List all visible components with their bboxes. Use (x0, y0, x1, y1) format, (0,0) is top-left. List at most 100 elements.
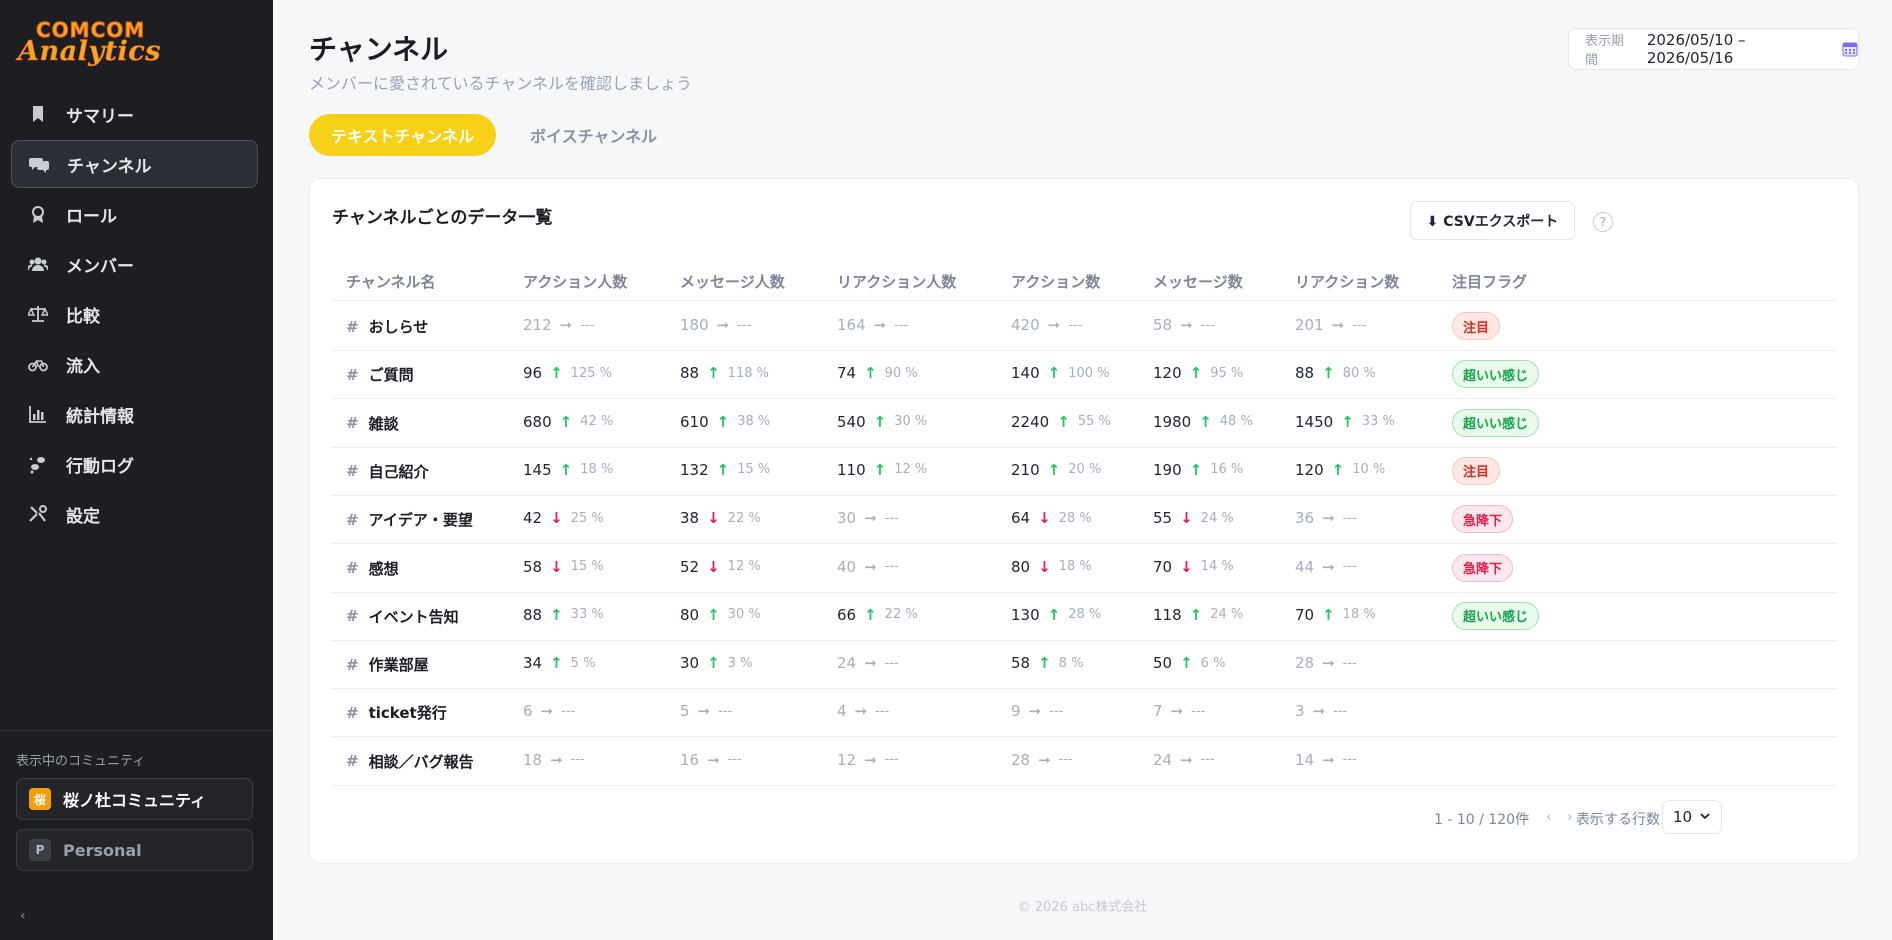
sidebar-item-5[interactable]: 流入 (11, 340, 258, 388)
column-header[interactable]: メッセージ数 (1153, 271, 1243, 292)
community-sakuranomori[interactable]: 桜 桜ノ杜コミュニティ (16, 778, 253, 820)
metric-cell: 30 ➞ --- (837, 509, 899, 527)
change-percent: --- (1333, 703, 1348, 719)
arrow-right-icon: ➞ (707, 750, 720, 769)
hash-icon: # (346, 655, 359, 674)
change-percent: 8 % (1058, 655, 1084, 671)
column-header[interactable]: リアクション数 (1295, 271, 1399, 292)
arrow-right-icon: ➞ (540, 702, 554, 721)
metric-cell: 66 ↑ 22 % (837, 606, 918, 624)
arrow-right-icon: ➞ (864, 750, 877, 769)
metric-cell: 70 ↓ 14 % (1153, 558, 1234, 576)
channel-name[interactable]: ご質問 (369, 364, 414, 385)
metric-value: 7 (1153, 702, 1163, 721)
table-row[interactable]: # 相談／バグ報告 18 ➞ --- 16 ➞ --- 12 ➞ --- 28 ➞ --- 24 ➞ --- 14… (332, 737, 1836, 786)
change-percent: 42 % (580, 414, 614, 430)
channel-name[interactable]: 自己紹介 (369, 461, 429, 482)
hash-icon: # (346, 703, 359, 722)
channel-name[interactable]: 相談／バグ報告 (369, 751, 474, 772)
arrow-up-icon: ↑ (707, 605, 720, 624)
channel-name[interactable]: イベント告知 (369, 606, 459, 627)
table-row[interactable]: # ご質問 96 ↑ 125 % 88 ↑ 118 % 74 ↑ 90 % 140 ↑ 100 % 120 ↑… (332, 350, 1836, 400)
arrow-right-icon: ➞ (1331, 316, 1345, 334)
hash-icon: # (346, 607, 359, 626)
table-row[interactable]: # 自己紹介 145 ↑ 18 % 132 ↑ 15 % 110 ↑ 12 % 210 ↑ 20 % 190… (332, 447, 1836, 496)
flag-badge: 急降下 (1452, 505, 1514, 534)
table-title: チャンネルごとのデータ一覧 (332, 208, 553, 228)
sidebar-item-0[interactable]: サマリー (11, 90, 258, 138)
arrow-down-icon: ↓ (550, 557, 563, 576)
period-picker[interactable]: 表示期間 2026/05/10 – 2026/05/16 (1568, 28, 1859, 70)
column-header[interactable]: チャンネル名 (346, 271, 436, 292)
app-logo[interactable]: COMCOM Analytics (18, 18, 162, 68)
channel-name[interactable]: アイデア・要望 (369, 509, 473, 530)
channel-name[interactable]: 感想 (369, 558, 399, 579)
collapse-sidebar-button[interactable]: ‹ (20, 908, 26, 924)
arrow-right-icon: ➞ (864, 557, 877, 576)
sidebar-item-3[interactable]: メンバー (11, 240, 258, 288)
metric-value: 28 (1011, 750, 1031, 769)
change-percent: 125 % (570, 365, 612, 381)
channel-name-cell: # ご質問 (346, 364, 414, 385)
metric-cell: 96 ↑ 125 % (523, 364, 612, 382)
channel-name-cell: # ticket発行 (346, 702, 447, 723)
metric-value: 1450 (1295, 412, 1334, 431)
arrow-up-icon: ↑ (1189, 605, 1203, 624)
channel-name[interactable]: おしらせ (369, 316, 429, 337)
arrow-up-icon: ↑ (550, 605, 563, 624)
channel-name[interactable]: 雑談 (369, 413, 399, 434)
metric-value: 6 (523, 702, 533, 721)
table-row[interactable]: # 作業部屋 34 ↑ 5 % 30 ↑ 3 % 24 ➞ --- 58 ↑ 8 % 50 ↑ 6 % 28 ➞ --… (332, 640, 1836, 690)
flag-badge: 超いい感じ (1452, 601, 1540, 630)
metric-cell: 1450 ↑ 33 % (1295, 413, 1395, 431)
table-row[interactable]: # 雑談 680 ↑ 42 % 610 ↑ 38 % 540 ↑ 30 % 2240 ↑ 55 % 1980… (332, 399, 1836, 448)
rows-per-page-select[interactable]: 10 (1662, 800, 1722, 834)
channel-name[interactable]: 作業部屋 (369, 654, 429, 675)
table-row[interactable]: # アイデア・要望 42 ↓ 25 % 38 ↓ 22 % 30 ➞ --- 64 ↓ 28 % 55 ↓ 24… (332, 495, 1836, 545)
column-header[interactable]: アクション数 (1011, 271, 1100, 292)
channel-name[interactable]: ticket発行 (369, 702, 447, 723)
sidebar-item-4[interactable]: 比較 (11, 290, 258, 338)
sidebar-item-7[interactable]: 行動ログ (11, 440, 258, 488)
help-icon[interactable]: ? (1593, 212, 1613, 232)
table-row[interactable]: # ticket発行 6 ➞ --- 5 ➞ --- 4 ➞ --- 9 ➞ --- 7 ➞ --- 3 ➞ --- (332, 688, 1836, 738)
metric-cell: 74 ↑ 90 % (837, 364, 918, 382)
sidebar-item-1[interactable]: チャンネル (11, 140, 258, 188)
change-percent: 22 % (884, 607, 918, 623)
arrow-right-icon: ➞ (1322, 557, 1335, 576)
community-name: Personal (63, 840, 142, 860)
metric-cell: 118 ↑ 24 % (1153, 606, 1243, 624)
sidebar-item-8[interactable]: 設定 (11, 490, 258, 538)
metric-cell: 420 ➞ --- (1011, 316, 1082, 334)
metric-value: 120 (1295, 460, 1324, 479)
bar-chart-icon (28, 404, 48, 424)
column-header[interactable]: メッセージ人数 (680, 271, 785, 292)
sidebar-nav: サマリー チャンネル ロール メンバー 比較 流入 統計情報 行動ログ 設定 (11, 90, 258, 540)
change-percent: 28 % (1068, 607, 1102, 623)
metric-cell: 42 ↓ 25 % (523, 509, 604, 527)
arrow-up-icon: ↑ (1180, 654, 1193, 673)
column-header[interactable]: 注目フラグ (1452, 271, 1527, 292)
flag-badge: 超いい感じ (1452, 360, 1540, 389)
metric-value: 30 (680, 654, 700, 673)
community-personal[interactable]: P Personal (16, 829, 253, 871)
column-header[interactable]: リアクション人数 (837, 271, 956, 292)
arrow-up-icon: ↑ (559, 460, 573, 479)
sidebar-item-6[interactable]: 統計情報 (11, 390, 258, 438)
table-row[interactable]: # 感想 58 ↓ 15 % 52 ↓ 12 % 40 ➞ --- 80 ↓ 18 % 70 ↓ 14 % 44 ➞… (332, 544, 1836, 593)
metric-value: 420 (1011, 316, 1040, 334)
metric-cell: 58 ↑ 8 % (1011, 654, 1083, 672)
column-header[interactable]: アクション人数 (523, 271, 627, 292)
arrow-down-icon: ↓ (707, 557, 720, 576)
sidebar-item-2[interactable]: ロール (11, 190, 258, 238)
change-percent: 48 % (1219, 414, 1253, 430)
arrow-up-icon: ↑ (716, 460, 730, 479)
metric-value: 140 (1011, 364, 1040, 383)
change-percent: 28 % (1058, 510, 1092, 526)
metric-value: 80 (1011, 557, 1031, 576)
table-row[interactable]: # おしらせ 212 ➞ --- 180 ➞ --- 164 ➞ --- 420 ➞ --- 58 ➞ --- 2… (332, 302, 1836, 351)
table-row[interactable]: # イベント告知 88 ↑ 33 % 80 ↑ 30 % 66 ↑ 22 % 130 ↑ 28 % 118 ↑… (332, 592, 1836, 641)
csv-export-button[interactable]: ⬇ CSVエクスポート (1410, 201, 1575, 240)
tab-text-channels[interactable]: テキストチャンネル (309, 114, 497, 156)
tab-voice-channels[interactable]: ボイスチャンネル (508, 114, 679, 156)
